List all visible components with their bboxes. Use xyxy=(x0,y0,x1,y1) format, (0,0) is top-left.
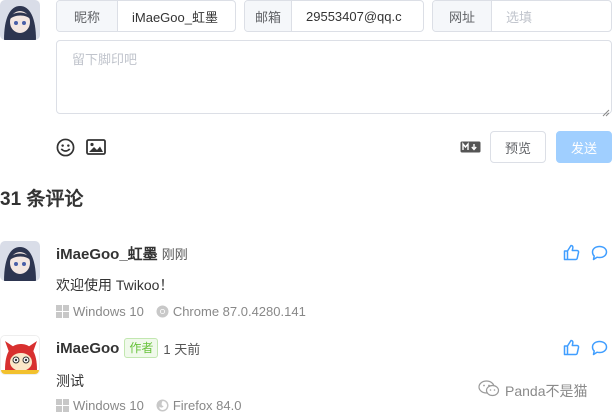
reply-icon[interactable] xyxy=(591,245,608,261)
current-user-avatar xyxy=(0,0,40,40)
author-badge: 作者 xyxy=(124,338,159,358)
website-field[interactable]: 网址 选填 xyxy=(432,0,612,32)
comment-os: Windows 10 xyxy=(73,398,144,413)
comment-content: 测试 xyxy=(56,373,84,389)
comment-os: Windows 10 xyxy=(73,304,144,319)
markdown-icon[interactable] xyxy=(460,141,481,153)
website-label: 网址 xyxy=(433,1,492,31)
comment-browser: Firefox 84.0 xyxy=(172,398,242,413)
comment-time: 刚刚 xyxy=(161,247,188,262)
like-icon[interactable] xyxy=(563,244,580,261)
email-input[interactable]: 29553407@qq.c xyxy=(292,1,402,31)
textarea-resize-handle[interactable] xyxy=(602,104,610,122)
website-input[interactable]: 选填 xyxy=(492,1,532,31)
nickname-label: 昵称 xyxy=(57,1,118,31)
comment-time: 1 天前 xyxy=(163,341,201,357)
comment-content: 欢迎使用 Twikoo！ xyxy=(56,277,174,293)
like-icon[interactable] xyxy=(563,339,580,356)
send-button[interactable]: 发送 xyxy=(556,131,612,163)
comment-nick[interactable]: iMaeGoo xyxy=(56,340,119,357)
firefox-icon xyxy=(156,399,169,412)
reply-icon[interactable] xyxy=(591,340,608,356)
comment-avatar[interactable] xyxy=(0,241,40,281)
image-icon[interactable] xyxy=(86,139,106,155)
nickname-input[interactable]: iMaeGoo_虹墨 xyxy=(118,1,218,31)
email-field[interactable]: 邮箱 29553407@qq.c xyxy=(244,0,424,32)
watermark-text: Panda不是猫 xyxy=(505,383,588,399)
comment-avatar[interactable] xyxy=(0,335,40,375)
wechat-icon xyxy=(478,380,500,402)
email-label: 邮箱 xyxy=(245,1,292,31)
windows-icon xyxy=(56,305,69,318)
preview-button[interactable]: 预览 xyxy=(490,131,546,163)
comment-browser: Chrome 87.0.4280.141 xyxy=(172,304,306,319)
emoji-icon[interactable] xyxy=(56,138,75,157)
nickname-field[interactable]: 昵称 iMaeGoo_虹墨 xyxy=(56,0,236,32)
comment-textarea[interactable]: 留下脚印吧 xyxy=(56,40,612,114)
chrome-icon xyxy=(156,305,169,318)
comment-nick[interactable]: iMaeGoo_虹墨 xyxy=(56,243,158,264)
comment-count-title: 31 条评论 xyxy=(0,189,84,210)
windows-icon xyxy=(56,399,69,412)
